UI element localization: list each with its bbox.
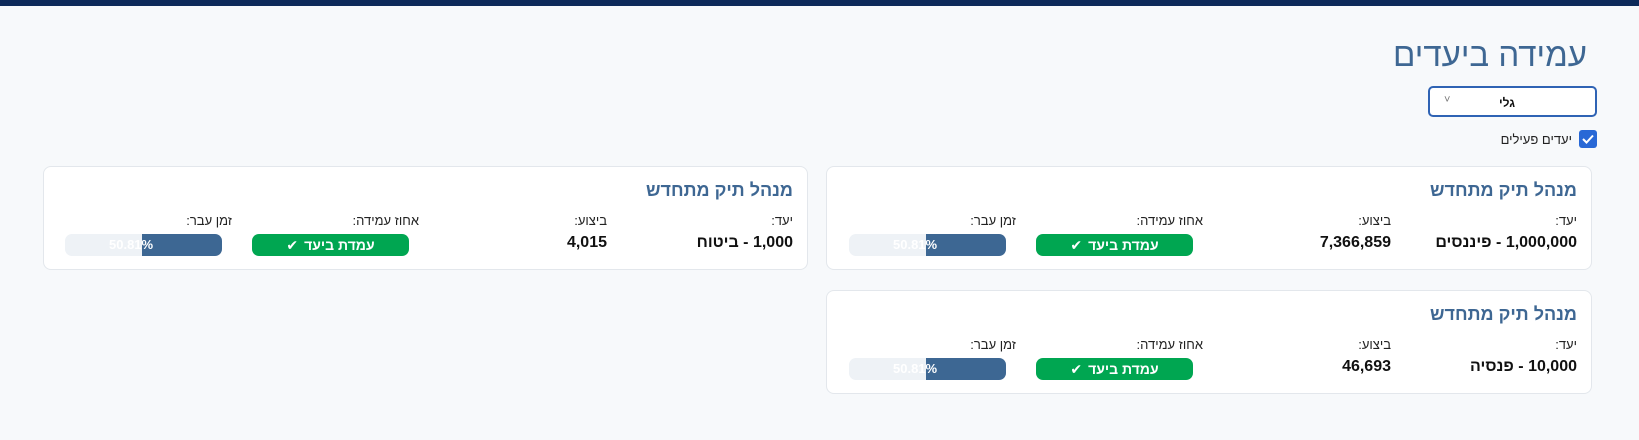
user-select[interactable]: גלי ˅: [1428, 86, 1597, 117]
status-badge: עמדת ביעד ✔: [1036, 234, 1193, 256]
time-elapsed-label: זמן עבר:: [186, 213, 232, 228]
achievement-label: אחוז עמידה:: [1136, 213, 1203, 228]
goal-label: יעד:: [771, 213, 793, 228]
time-elapsed-percent: 50.81%: [109, 237, 154, 252]
time-elapsed-percent: 50.81%: [893, 237, 938, 252]
active-goals-filter[interactable]: יעדים פעילים: [1501, 130, 1597, 148]
performance-value: 7,366,859: [1319, 234, 1391, 251]
performance-label: ביצוע:: [1358, 337, 1391, 352]
time-elapsed-fill: [926, 234, 1006, 256]
status-text: עמדת ביעד: [1088, 237, 1159, 253]
check-icon: ✔: [1070, 360, 1083, 377]
status-badge: עמדת ביעד ✔: [1036, 358, 1193, 380]
active-goals-label: יעדים פעילים: [1500, 131, 1572, 147]
time-elapsed-label: זמן עבר:: [970, 337, 1016, 352]
status-text: עמדת ביעד: [1088, 361, 1159, 377]
user-select-value: גלי: [1499, 96, 1515, 110]
time-elapsed-fill: [926, 358, 1006, 380]
goal-value: 10,000 - פנסיה: [1470, 358, 1577, 375]
achievement-label: אחוז עמידה:: [352, 213, 419, 228]
performance-label: ביצוע:: [574, 213, 607, 228]
performance-label: ביצוע:: [1358, 213, 1391, 228]
card-title: מנהל תיק מתחדש: [1430, 180, 1577, 200]
status-text: עמדת ביעד: [304, 237, 375, 253]
goal-card: מנהל תיק מתחדש יעד: 1,000 - ביטוח ביצוע:…: [43, 166, 808, 270]
card-title: מנהל תיק מתחדש: [1430, 304, 1577, 324]
chevron-down-icon: ˅: [1444, 94, 1451, 106]
top-bar: [0, 0, 1639, 6]
check-icon: [1582, 134, 1594, 144]
goal-card: מנהל תיק מתחדש יעד: 1,000,000 - פיננסים …: [826, 166, 1592, 270]
time-elapsed-bar: 50.81%: [65, 234, 222, 256]
goal-value: 1,000 - ביטוח: [696, 234, 793, 251]
page-title: עמידה ביעדים: [1393, 36, 1587, 73]
goal-value: 1,000,000 - פיננסים: [1435, 234, 1577, 251]
performance-value: 4,015: [566, 234, 607, 251]
goal-card: מנהל תיק מתחדש יעד: 10,000 - פנסיה ביצוע…: [826, 290, 1592, 394]
active-goals-checkbox[interactable]: [1579, 130, 1597, 148]
time-elapsed-percent: 50.81%: [893, 361, 938, 376]
status-badge: עמדת ביעד ✔: [252, 234, 409, 256]
check-icon: ✔: [286, 236, 299, 253]
time-elapsed-bar: 50.81%: [849, 234, 1006, 256]
time-elapsed-fill: [142, 234, 222, 256]
time-elapsed-label: זמן עבר:: [970, 213, 1016, 228]
time-elapsed-bar: 50.81%: [849, 358, 1006, 380]
card-title: מנהל תיק מתחדש: [646, 180, 793, 200]
achievement-label: אחוז עמידה:: [1136, 337, 1203, 352]
check-icon: ✔: [1070, 236, 1083, 253]
performance-value: 46,693: [1342, 358, 1391, 375]
goal-label: יעד:: [1555, 337, 1577, 352]
goal-label: יעד:: [1555, 213, 1577, 228]
